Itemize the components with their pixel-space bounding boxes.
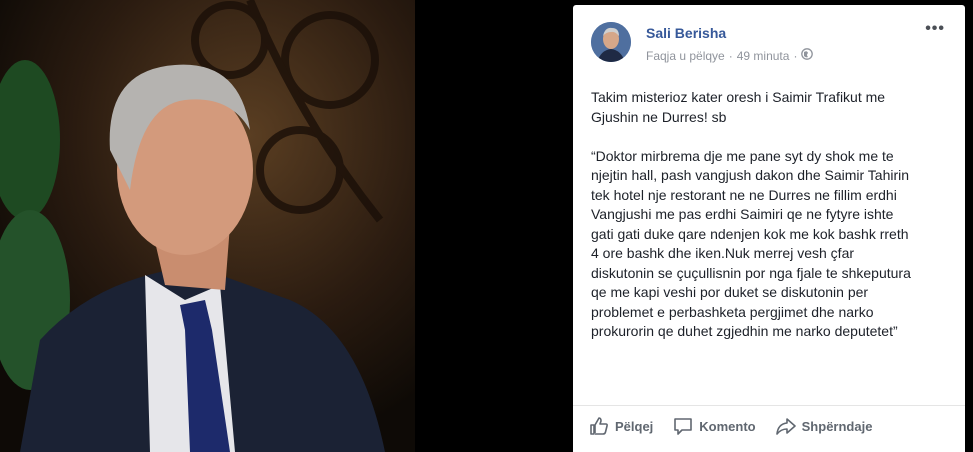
share-label: Shpërndaje xyxy=(801,418,873,434)
meta-separator-2: · xyxy=(793,48,798,63)
globe-icon[interactable] xyxy=(801,48,814,63)
share-button[interactable]: Shpërndaje xyxy=(775,416,873,436)
post-panel: Sali Berisha Faqja u pëlqye · 49 minuta … xyxy=(573,5,965,452)
man-portrait-image xyxy=(0,0,415,452)
post-meta: Faqja u pëlqye · 49 minuta · xyxy=(646,48,814,63)
post-photo[interactable] xyxy=(0,0,415,452)
comment-button[interactable]: Komento xyxy=(673,416,756,436)
meta-separator: · xyxy=(728,48,733,63)
photo-viewer xyxy=(0,0,573,452)
avatar[interactable] xyxy=(591,22,631,62)
author-name[interactable]: Sali Berisha xyxy=(646,25,726,41)
more-options-icon[interactable]: ••• xyxy=(925,20,945,38)
post-actions: Pëlqej Komento Shpërndaje xyxy=(573,405,965,446)
comment-icon xyxy=(673,416,693,436)
share-icon xyxy=(775,416,796,436)
page-liked-label[interactable]: Faqja u pëlqye xyxy=(646,49,725,63)
comment-label: Komento xyxy=(699,418,756,434)
post-header: Sali Berisha Faqja u pëlqye · 49 minuta … xyxy=(591,20,951,70)
post-timestamp[interactable]: 49 minuta xyxy=(737,49,790,63)
post-text: Takim misterioz kater oresh i Saimir Tra… xyxy=(591,89,911,339)
like-button[interactable]: Pëlqej xyxy=(589,416,653,436)
like-label: Pëlqej xyxy=(615,418,654,434)
like-icon xyxy=(589,416,609,436)
